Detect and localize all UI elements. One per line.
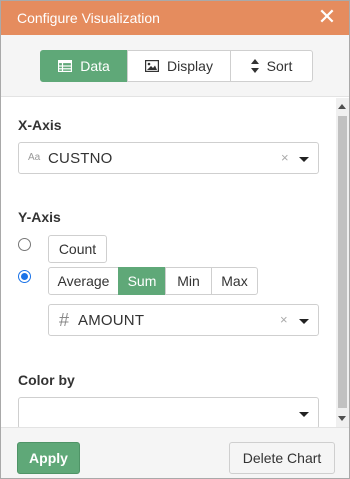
sort-icon (250, 59, 259, 73)
color-by-select[interactable] (18, 397, 319, 427)
aggregation-average-button[interactable]: Average (48, 267, 119, 295)
tab-group: Data Display Sort (40, 50, 313, 82)
delete-chart-button[interactable]: Delete Chart (229, 442, 335, 474)
scrollbar-thumb[interactable] (338, 116, 347, 408)
x-axis-label: X-Axis (18, 117, 62, 133)
y-axis-label: Y-Axis (18, 209, 61, 225)
clear-icon[interactable]: × (281, 150, 289, 165)
aggregation-group: Average Sum Min Max (48, 267, 258, 295)
x-axis-field-value: CUSTNO (48, 150, 113, 167)
apply-button-label: Apply (29, 450, 68, 466)
x-axis-field-select[interactable]: Aa CUSTNO × (18, 142, 319, 174)
tab-sort-label: Sort (266, 58, 293, 74)
dialog-titlebar: Configure Visualization ✕ (1, 1, 349, 35)
close-icon[interactable]: ✕ (317, 6, 337, 28)
apply-button[interactable]: Apply (17, 442, 80, 474)
y-axis-aggregate-radio[interactable] (18, 270, 31, 283)
config-content: X-Axis Aa CUSTNO × Y-Axis Count Average … (1, 98, 336, 427)
dialog-title: Configure Visualization (17, 10, 160, 26)
number-type-icon: # (59, 310, 70, 330)
aggregation-average-label: Average (57, 273, 110, 289)
tabs-area: Data Display Sort (1, 35, 349, 97)
color-by-label: Color by (18, 372, 75, 388)
tab-display-label: Display (167, 58, 213, 74)
aggregation-min-label: Min (177, 273, 200, 289)
count-button[interactable]: Count (48, 235, 107, 263)
scroll-down-arrow-icon[interactable] (338, 416, 346, 421)
chevron-down-icon[interactable] (299, 157, 309, 162)
tab-data-label: Data (80, 58, 110, 74)
y-axis-field-select[interactable]: # AMOUNT × (48, 304, 319, 336)
aggregation-min-button[interactable]: Min (165, 267, 212, 295)
configure-visualization-dialog: Configure Visualization ✕ Data Display S… (0, 0, 350, 479)
count-button-label: Count (58, 241, 97, 257)
dialog-footer: Apply Delete Chart (1, 427, 349, 478)
text-type-icon: Aa (28, 152, 41, 163)
y-axis-field-value: AMOUNT (78, 312, 145, 329)
image-icon (145, 60, 160, 72)
delete-chart-button-label: Delete Chart (242, 450, 322, 466)
clear-icon[interactable]: × (280, 312, 288, 327)
chevron-down-icon[interactable] (299, 319, 309, 324)
aggregation-max-label: Max (221, 273, 248, 289)
content-scrollbar[interactable] (336, 98, 349, 427)
y-axis-count-radio[interactable] (18, 238, 31, 251)
tab-display[interactable]: Display (127, 50, 231, 82)
tab-data[interactable]: Data (40, 50, 128, 82)
tab-sort[interactable]: Sort (230, 50, 313, 82)
aggregation-sum-button[interactable]: Sum (118, 267, 166, 295)
aggregation-sum-label: Sum (127, 273, 157, 289)
chevron-down-icon[interactable] (299, 412, 309, 417)
scroll-up-arrow-icon[interactable] (338, 104, 346, 109)
aggregation-max-button[interactable]: Max (211, 267, 258, 295)
table-icon (58, 60, 73, 72)
